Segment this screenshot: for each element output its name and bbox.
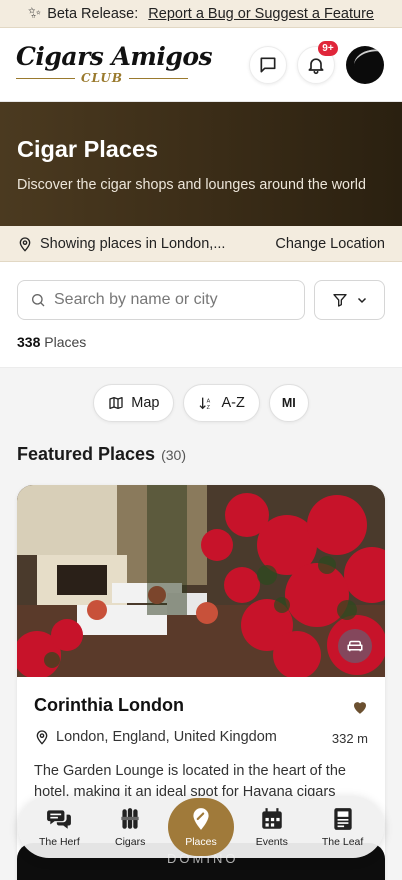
notifications-button[interactable]: 9+ [297,41,338,84]
logo-title: Cigars Amigos [16,42,213,71]
heart-icon [354,702,366,714]
place-location-text: London, England, United Kingdom [56,729,277,745]
filter-panel: 338 Places [0,262,402,368]
nav-the-herf[interactable]: The Herf [26,798,92,856]
svg-text:A: A [207,398,211,404]
nav-the-leaf[interactable]: The Leaf [310,798,376,856]
bell-icon [308,58,324,75]
place-distance: 332 m [331,731,368,746]
sparkle-icon: ✨︎ [28,4,42,22]
nav-label: The Herf [38,836,80,848]
map-pin-icon [36,730,48,745]
nav-label: Places [185,836,217,848]
notification-badge: 9+ [318,41,338,56]
results-label: Places [44,334,87,350]
messages-button[interactable] [249,46,287,84]
nav-events[interactable]: Events [239,798,305,856]
chat-bubbles-icon [47,810,72,829]
filter-icon [332,294,347,307]
app-header: Cigars Amigos CLUB 9+ [0,28,402,102]
location-text: Showing places in London,... [40,235,226,252]
map-pin-icon [19,236,31,252]
featured-title: Featured Places [17,444,156,464]
results-number: 338 [17,334,41,350]
search-box[interactable] [17,280,305,320]
avatar[interactable] [346,46,384,84]
nav-cigars[interactable]: Cigars [97,798,163,856]
lounge-icon [338,629,372,663]
map-pin-icon [193,808,209,830]
sort-icon: AZ [200,397,211,411]
filter-button[interactable] [314,280,385,320]
cigars-icon [121,808,139,829]
page-title: Cigar Places [17,136,159,162]
sort-button[interactable]: AZ A-Z [183,384,260,422]
place-photo [17,485,385,677]
featured-heading: Featured Places (30) [17,444,186,465]
search-icon [32,294,45,307]
results-count: 338 Places [17,334,86,350]
calendar-icon [262,808,282,829]
bottom-nav: The Herf Cigars Places Events The Leaf [18,796,384,858]
nav-places[interactable]: Places [167,798,234,856]
map-icon [109,397,123,409]
chevron-down-icon [357,297,366,304]
beta-label: Beta Release: [47,5,139,22]
sort-label: A-Z [221,395,245,411]
map-view-label: Map [131,395,160,411]
message-icon [260,57,276,73]
beta-banner: ✨︎ Beta Release: Report a Bug or Suggest… [0,0,402,28]
change-location-button[interactable]: Change Location [275,236,385,252]
place-location: London, England, United Kingdom [34,729,277,745]
hero-banner: Cigar Places Discover the cigar shops an… [0,102,402,226]
report-bug-link[interactable]: Report a Bug or Suggest a Feature [148,6,374,22]
view-options: Map AZ A-Z MI [0,384,402,422]
page-subtitle: Discover the cigar shops and lounges aro… [17,177,366,193]
nav-label: Cigars [115,836,146,848]
nav-label: The Leaf [321,836,364,848]
newspaper-icon [333,808,352,830]
nav-label: Events [255,836,288,848]
location-bar: Showing places in London,... Change Loca… [0,226,402,262]
map-view-button[interactable]: Map [93,384,175,422]
featured-count: (30) [161,447,186,463]
favorite-button[interactable] [351,698,369,721]
svg-text:Z: Z [207,405,211,411]
search-input[interactable] [54,291,284,309]
logo[interactable]: Cigars Amigos CLUB [16,42,213,85]
logo-subtitle: CLUB [81,71,123,85]
place-name[interactable]: Corinthia London [34,695,184,716]
units-toggle[interactable]: MI [268,384,309,422]
